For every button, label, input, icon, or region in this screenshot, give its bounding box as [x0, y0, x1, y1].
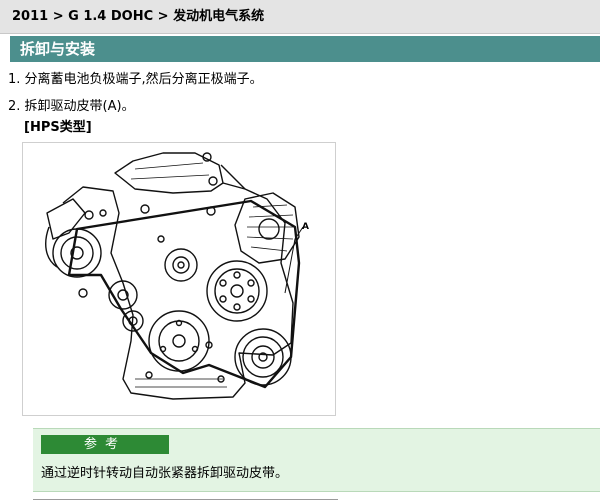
- step-text: 拆卸驱动皮带(A)。: [24, 99, 135, 114]
- callout-label-a: A: [302, 222, 309, 232]
- step-1: 1. 分离蓄电池负极端子,然后分离正极端子。: [8, 71, 263, 88]
- engine-drawing: [45, 152, 304, 400]
- section-title-text: 拆卸与安装: [20, 40, 96, 58]
- step-text: 分离蓄电池负极端子,然后分离正极端子。: [24, 72, 263, 87]
- breadcrumb: 2011 > G 1.4 DOHC > 发动机电气系统: [0, 0, 600, 34]
- title-spacer: [0, 36, 10, 62]
- section-title: 拆卸与安装: [0, 36, 600, 62]
- note-text: 通过逆时针转动自动张紧器拆卸驱动皮带。: [41, 466, 289, 481]
- step-number: 2.: [8, 99, 21, 114]
- subheading-hps-type: [HPS类型]: [24, 120, 92, 135]
- reference-note: 参考 通过逆时针转动自动张紧器拆卸驱动皮带。: [33, 428, 600, 492]
- step-number: 1.: [8, 72, 21, 87]
- divider: [33, 499, 338, 500]
- step-2: 2. 拆卸驱动皮带(A)。: [8, 98, 135, 115]
- engine-belt-illustration: A: [22, 142, 336, 416]
- note-title: 参考: [41, 435, 169, 454]
